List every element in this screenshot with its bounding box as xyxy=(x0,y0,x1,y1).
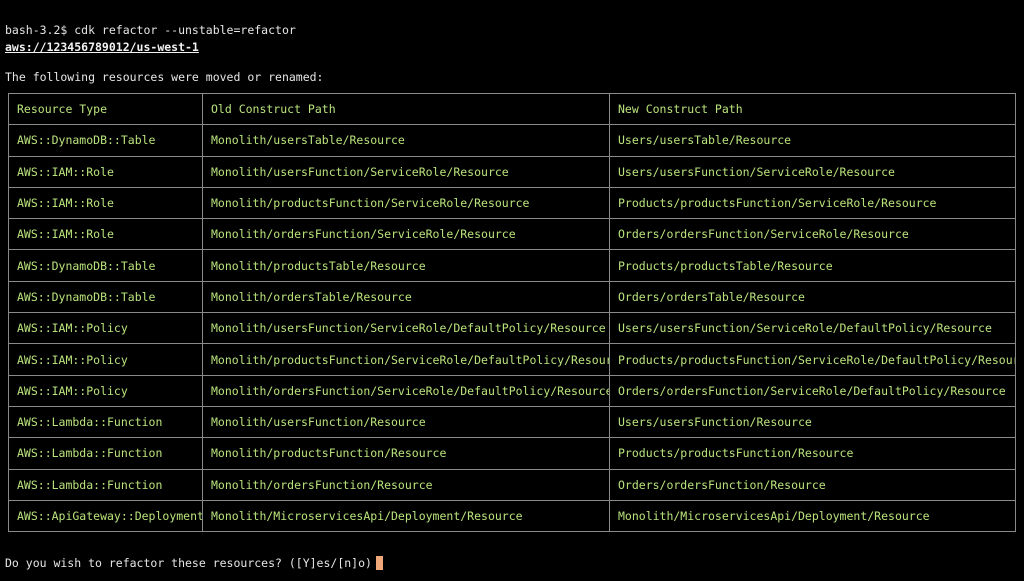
resource-type-cell: AWS::Lambda::Function xyxy=(8,405,203,439)
resource-type-cell: AWS::Lambda::Function xyxy=(8,468,203,501)
new-construct-path-cell: Products/productsFunction/ServiceRole/Re… xyxy=(609,186,1016,220)
resource-type-cell: AWS::DynamoDB::Table xyxy=(8,124,203,157)
new-construct-path-cell: Orders/ordersFunction/ServiceRole/Resour… xyxy=(609,218,1016,251)
new-construct-path-cell: Orders/ordersFunction/ServiceRole/Defaul… xyxy=(609,374,1016,407)
aws-environment-line: aws://123456789012/us-west-1 xyxy=(5,40,199,54)
table-row: AWS::Lambda::Function Monolith/productsFu… xyxy=(8,437,1016,470)
new-construct-path-cell: Users/usersFunction/Resource xyxy=(609,405,1016,439)
new-construct-path-cell: Users/usersFunction/ServiceRole/Resource xyxy=(609,155,1016,188)
new-construct-path-cell: Orders/ordersFunction/Resource xyxy=(609,468,1016,501)
resource-type-cell: AWS::DynamoDB::Table xyxy=(8,249,203,282)
new-construct-path-cell: Users/usersTable/Resource xyxy=(609,124,1016,157)
old-construct-path-cell: Monolith/usersFunction/ServiceRole/Resou… xyxy=(202,155,610,188)
table-row: AWS::IAM::Role Monolith/productsFunction/… xyxy=(8,186,1016,220)
resource-type-cell: AWS::ApiGateway::Deployment xyxy=(8,499,203,533)
table-row: AWS::Lambda::Function Monolith/usersFunct… xyxy=(8,405,1016,439)
table-row: AWS::DynamoDB::Table Monolith/productsTab… xyxy=(8,249,1016,282)
resources-table: Resource Type Old Construct Path New Con… xyxy=(8,92,1016,533)
intro-message: The following resources were moved or re… xyxy=(5,70,324,84)
old-construct-path-cell: Monolith/usersFunction/Resource xyxy=(202,405,610,439)
old-construct-path-cell: Monolith/usersFunction/ServiceRole/Defau… xyxy=(202,312,610,345)
new-construct-path-cell: Products/productsFunction/Resource xyxy=(609,437,1016,470)
resource-type-cell: AWS::IAM::Role xyxy=(8,155,203,188)
old-construct-path-cell: Monolith/productsFunction/Resource xyxy=(202,437,610,470)
old-construct-path-cell: Monolith/ordersFunction/ServiceRole/Defa… xyxy=(202,374,610,407)
old-construct-path-cell: Monolith/ordersTable/Resource xyxy=(202,280,610,314)
new-construct-path-cell: Orders/ordersTable/Resource xyxy=(609,280,1016,314)
table-row: AWS::IAM::Policy Monolith/productsFunctio… xyxy=(8,343,1016,376)
old-construct-path-cell: Monolith/MicroservicesApi/Deployment/Res… xyxy=(202,499,610,533)
table-row: AWS::IAM::Role Monolith/ordersFunction/Se… xyxy=(8,218,1016,251)
resource-type-cell: AWS::DynamoDB::Table xyxy=(8,280,203,314)
old-construct-path-cell: Monolith/productsFunction/ServiceRole/De… xyxy=(202,343,610,376)
table-row: AWS::IAM::Policy Monolith/usersFunction/S… xyxy=(8,312,1016,345)
table-header-row: Resource Type Old Construct Path New Con… xyxy=(8,92,1016,126)
header-resource-type: Resource Type xyxy=(8,92,203,126)
resource-type-cell: AWS::IAM::Role xyxy=(8,218,203,251)
new-construct-path-cell: Products/productsFunction/ServiceRole/De… xyxy=(609,343,1016,376)
resource-type-cell: AWS::Lambda::Function xyxy=(8,437,203,470)
terminal-window[interactable]: bash-3.2$ cdk refactor --unstable=refact… xyxy=(0,0,1024,581)
command-line: bash-3.2$ cdk refactor --unstable=refact… xyxy=(5,23,296,37)
text-cursor xyxy=(375,556,383,570)
table-row: AWS::DynamoDB::Table Monolith/usersTable/… xyxy=(8,124,1016,157)
old-construct-path-cell: Monolith/ordersFunction/ServiceRole/Reso… xyxy=(202,218,610,251)
resource-type-cell: AWS::IAM::Policy xyxy=(8,343,203,376)
resource-type-cell: AWS::IAM::Role xyxy=(8,186,203,220)
old-construct-path-cell: Monolith/usersTable/Resource xyxy=(202,124,610,157)
table-row: AWS::IAM::Policy Monolith/ordersFunction/… xyxy=(8,374,1016,407)
confirmation-prompt[interactable]: Do you wish to refactor these resources?… xyxy=(5,556,383,570)
resource-type-cell: AWS::IAM::Policy xyxy=(8,374,203,407)
new-construct-path-cell: Monolith/MicroservicesApi/Deployment/Res… xyxy=(609,499,1016,533)
resource-type-cell: AWS::IAM::Policy xyxy=(8,312,203,345)
table-row: AWS::ApiGateway::Deployment Monolith/Micr… xyxy=(8,499,1016,533)
table-row: AWS::Lambda::Function Monolith/ordersFunc… xyxy=(8,468,1016,501)
header-old-construct-path: Old Construct Path xyxy=(202,92,610,126)
table-row: AWS::DynamoDB::Table Monolith/ordersTable… xyxy=(8,280,1016,314)
new-construct-path-cell: Users/usersFunction/ServiceRole/DefaultP… xyxy=(609,312,1016,345)
header-new-construct-path: New Construct Path xyxy=(609,92,1016,126)
confirmation-question: Do you wish to refactor these resources?… xyxy=(5,556,372,570)
old-construct-path-cell: Monolith/productsFunction/ServiceRole/Re… xyxy=(202,186,610,220)
new-construct-path-cell: Products/productsTable/Resource xyxy=(609,249,1016,282)
table-row: AWS::IAM::Role Monolith/usersFunction/Ser… xyxy=(8,155,1016,188)
old-construct-path-cell: Monolith/productsTable/Resource xyxy=(202,249,610,282)
old-construct-path-cell: Monolith/ordersFunction/Resource xyxy=(202,468,610,501)
